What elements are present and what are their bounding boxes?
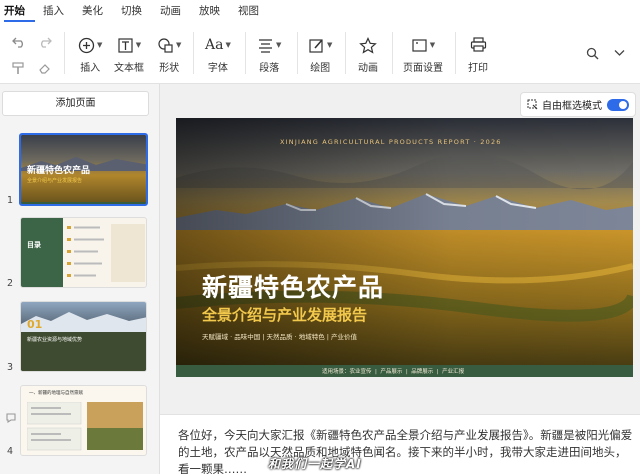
slide-thumb-3[interactable]: 01 新疆农业资源与地域优势 [20, 301, 147, 372]
slide-thumb-2[interactable]: 目录 [20, 217, 147, 288]
printer-icon [470, 34, 487, 56]
animation-button[interactable]: 动画 [358, 34, 378, 74]
insert-button[interactable]: ▼ 插入 [78, 34, 102, 74]
free-select-icon [527, 99, 538, 110]
menu-slideshow[interactable]: 放映 [199, 0, 230, 22]
textbox-label: 文本框 [114, 63, 144, 74]
thumb-1-title: 新疆特色农产品 [27, 166, 91, 176]
thumb-4-art [27, 402, 143, 451]
thumb-3-number: 01 [27, 318, 43, 331]
search-icon[interactable] [586, 47, 599, 60]
toolbar-divider [64, 32, 65, 74]
font-button[interactable]: Aa ▼ 字体 [205, 34, 231, 74]
menu-view[interactable]: 视图 [238, 0, 269, 22]
print-button[interactable]: 打印 [468, 34, 488, 74]
toolbar-divider [392, 32, 393, 74]
font-icon: Aa ▼ [205, 37, 231, 53]
menu-start[interactable]: 开始 [4, 0, 35, 22]
shape-label: 形状 [159, 63, 180, 74]
presentation-app: 开始 插入 美化 切换 动画 放映 视图 ▼ 插入 ▼ 文本框 ▼ 形状 Aa … [0, 0, 640, 474]
add-page-button[interactable]: 添加页面 [2, 91, 149, 116]
page-number: 2 [7, 278, 14, 289]
align-center-icon: ▼ [257, 34, 281, 56]
toolbar-divider [193, 32, 194, 74]
slide-panel: 添加页面 1 新疆特色农产品 全景介绍与产业发展报告 2 目录 3 01 新疆农… [0, 84, 160, 474]
drawing-icon: ▼ [308, 34, 332, 56]
print-label: 打印 [468, 63, 488, 74]
slide-tags: 天赋疆域 · 品味中国 | 天然品质 · 地域特色 | 产业价值 [202, 333, 358, 341]
footer-item: 品牌展示 [411, 369, 434, 375]
page-number: 1 [7, 195, 14, 206]
footer-item: 适用场景：农业宣传 [322, 369, 372, 375]
menu-insert[interactable]: 插入 [43, 0, 74, 22]
menu-transition[interactable]: 切换 [121, 0, 152, 22]
undo-icon[interactable] [12, 36, 26, 48]
thumb-3-title: 新疆农业资源与地域优势 [27, 337, 83, 343]
paragraph-label: 段落 [259, 63, 280, 74]
slide-thumb-1[interactable]: 新疆特色农产品 全景介绍与产业发展报告 [19, 133, 148, 206]
font-label: 字体 [207, 63, 228, 74]
toolbar-divider [455, 32, 456, 74]
textbox-button[interactable]: ▼ 文本框 [114, 34, 144, 74]
shape-icon: ▼ [157, 34, 181, 56]
shape-button[interactable]: ▼ 形状 [157, 34, 181, 74]
insert-label: 插入 [80, 63, 101, 74]
drawing-label: 绘图 [310, 63, 331, 74]
toolbar-divider [345, 32, 346, 74]
thumb-2-toc-lines [67, 224, 145, 282]
star-icon [359, 34, 377, 56]
comment-icon[interactable] [5, 409, 17, 428]
font-icon-glyph: Aa [205, 37, 224, 53]
thumb-2-side-panel [21, 218, 63, 287]
format-painter-icon[interactable] [12, 62, 25, 75]
toolbar: ▼ 插入 ▼ 文本框 ▼ 形状 Aa ▼ 字体 ▼ 段落 ▼ 绘图 动画 ▼ 页… [0, 22, 640, 84]
toolbar-divider [297, 32, 298, 74]
slide-subtitle: 全景介绍与产业发展报告 [202, 306, 368, 324]
free-select-label: 自由框选模式 [542, 101, 602, 112]
plus-circle-icon: ▼ [78, 34, 102, 56]
textbox-icon: ▼ [117, 34, 141, 56]
page-setup-icon: ▼ [411, 34, 435, 56]
notes-text[interactable]: 各位好，今天向大家汇报《新疆特色农产品全景介绍与产业发展报告》。新疆是被阳光偏爱… [178, 427, 633, 474]
drawing-button[interactable]: ▼ 绘图 [308, 34, 332, 74]
paragraph-button[interactable]: ▼ 段落 [257, 34, 281, 74]
animation-label: 动画 [358, 63, 378, 74]
eraser-icon[interactable] [38, 62, 51, 75]
slide-kicker: XINJIANG AGRICULTURAL PRODUCTS REPORT · … [280, 138, 502, 146]
menu-beautify[interactable]: 美化 [82, 0, 113, 22]
thumb-2-title: 目录 [27, 241, 41, 249]
thumb-1-subtitle: 全景介绍与产业发展报告 [27, 178, 83, 184]
slide-title: 新疆特色农产品 [202, 273, 385, 302]
slide-thumb-4[interactable]: 一、新疆的地理与自然禀赋 [20, 385, 147, 456]
watermark-text: 和我们一起学AI [268, 457, 362, 471]
chevron-down-icon[interactable] [614, 49, 625, 57]
thumb-4-title: 一、新疆的地理与自然禀赋 [29, 391, 83, 396]
toolbar-divider [245, 32, 246, 74]
redo-icon[interactable] [38, 36, 52, 48]
footer-item: 产品展示 [380, 369, 403, 375]
free-select-toggle[interactable]: 自由框选模式 [520, 92, 636, 117]
page-setup-button[interactable]: ▼ 页面设置 [403, 34, 443, 74]
menu-animation[interactable]: 动画 [160, 0, 191, 22]
page-setup-label: 页面设置 [403, 63, 443, 74]
slide-preview[interactable]: XINJIANG AGRICULTURAL PRODUCTS REPORT · … [176, 118, 633, 377]
free-select-switch[interactable] [607, 99, 629, 111]
page-number: 3 [7, 362, 14, 373]
page-number: 4 [7, 446, 14, 457]
footer-item: 产业汇报 [442, 369, 465, 375]
slide-footer-band: 适用场景：农业宣传 | 产品展示 | 品牌展示 | 产业汇报 [176, 365, 633, 377]
menu-bar: 开始 插入 美化 切换 动画 放映 视图 [0, 0, 640, 22]
slide-footer-text: 适用场景：农业宣传 | 产品展示 | 品牌展示 | 产业汇报 [322, 369, 465, 375]
speaker-notes[interactable]: 各位好，今天向大家汇报《新疆特色农产品全景介绍与产业发展报告》。新疆是被阳光偏爱… [160, 414, 640, 474]
